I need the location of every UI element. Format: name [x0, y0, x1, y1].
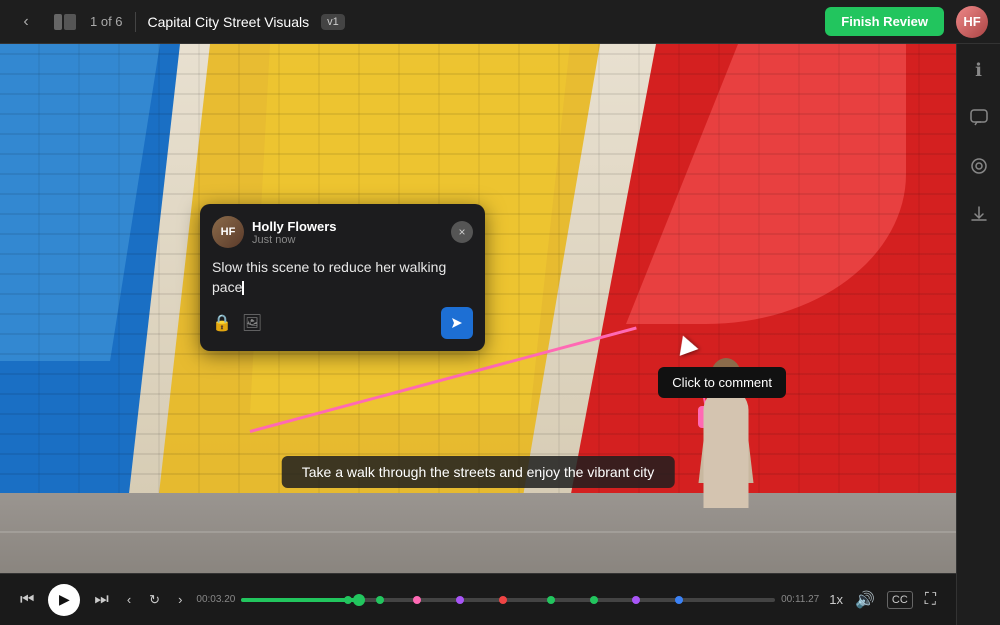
sidebar: ℹ	[956, 44, 1000, 625]
timeline-dot	[632, 596, 640, 604]
comment-cursor	[242, 281, 244, 295]
video-area: Click to comment Take a walk through the…	[0, 44, 956, 625]
comment-user-name: Holly Flowers	[252, 219, 337, 234]
main-area: Click to comment Take a walk through the…	[0, 44, 1000, 625]
time-current: 00:03.20	[196, 594, 235, 605]
finish-review-button[interactable]: Finish Review	[825, 7, 944, 36]
right-controls: 1x 🔊 CC ⛶	[829, 586, 940, 614]
image-icon[interactable]: 🖼	[242, 313, 262, 333]
share-icon[interactable]	[965, 152, 993, 180]
loop-button[interactable]: ↻	[145, 588, 164, 612]
timeline-dot	[413, 596, 421, 604]
time-total: 00:11.27	[781, 594, 819, 605]
timeline-dot	[499, 596, 507, 604]
subtitle-bar: Take a walk through the streets and enjo…	[282, 456, 675, 488]
comment-panel-icon[interactable]	[965, 104, 993, 132]
timeline-dot	[547, 596, 555, 604]
sidewalk-line	[0, 531, 956, 533]
fullscreen-button[interactable]: ⛶	[921, 587, 940, 613]
info-icon[interactable]: ℹ	[965, 56, 993, 84]
comment-user-info: Holly Flowers Just now	[252, 219, 337, 246]
subtitle-text: Take a walk through the streets and enjo…	[302, 464, 655, 480]
timeline-dot	[456, 596, 464, 604]
comment-close-button[interactable]: ×	[451, 221, 473, 243]
back-button[interactable]: ‹	[12, 8, 40, 36]
comment-send-button[interactable]	[441, 307, 473, 339]
comment-actions: 🔒 🖼	[212, 307, 473, 339]
topbar: ‹ 1 of 6 Capital City Street Visuals v1 …	[0, 0, 1000, 44]
download-icon[interactable]	[965, 200, 993, 228]
volume-button[interactable]: 🔊	[851, 586, 879, 614]
timeline[interactable]: 00:03.20 00:11.27	[196, 590, 819, 610]
divider	[135, 12, 136, 32]
counter-label: 1 of 6	[90, 14, 123, 29]
play-pause-button[interactable]: ▶	[48, 584, 80, 616]
project-title: Capital City Street Visuals	[148, 14, 310, 30]
comment-time: Just now	[252, 234, 337, 246]
video-container[interactable]: Click to comment Take a walk through the…	[0, 44, 956, 573]
comment-user-avatar: HF	[212, 216, 244, 248]
timeline-dot	[590, 596, 598, 604]
timeline-dot	[675, 596, 683, 604]
panel-icon	[52, 12, 78, 32]
comment-header: HF Holly Flowers Just now ×	[212, 216, 473, 248]
comment-text: Slow this scene to reduce her walking pa…	[212, 258, 473, 297]
lock-icon[interactable]: 🔒	[212, 313, 232, 333]
click-to-comment-label: Click to comment	[672, 375, 772, 390]
comment-text-value: Slow this scene to reduce her walking pa…	[212, 259, 446, 295]
playback-controls: ⏮ ▶ ⏭ ‹ ↻ › 00:03.20	[0, 573, 956, 625]
sidewalk	[0, 493, 956, 573]
skip-back-button[interactable]: ⏮	[16, 587, 38, 613]
version-badge[interactable]: v1	[321, 14, 345, 30]
skip-forward-button[interactable]: ⏭	[90, 587, 112, 613]
next-frame-button[interactable]: ›	[174, 588, 186, 611]
timeline-markers	[241, 596, 775, 604]
timeline-dot	[376, 596, 384, 604]
captions-button[interactable]: CC	[887, 591, 913, 609]
timeline-dot	[344, 596, 352, 604]
comment-bubble: HF Holly Flowers Just now × Slow this sc…	[200, 204, 485, 351]
speed-control[interactable]: 1x	[829, 592, 843, 607]
user-avatar[interactable]: HF	[956, 6, 988, 38]
body	[704, 388, 749, 508]
prev-frame-button[interactable]: ‹	[123, 588, 135, 611]
click-to-comment-tooltip[interactable]: Click to comment	[658, 367, 786, 398]
